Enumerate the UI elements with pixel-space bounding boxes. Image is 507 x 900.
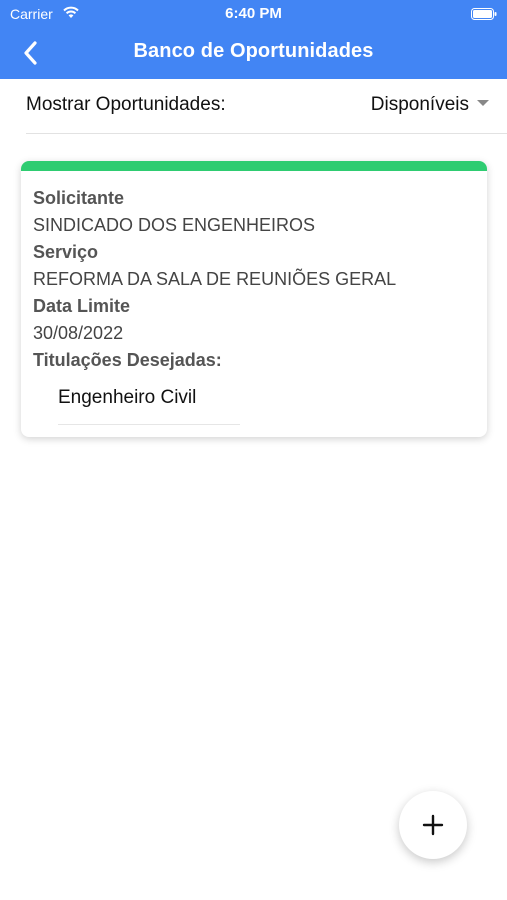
opportunity-card[interactable]: Solicitante SINDICADO DOS ENGENHEIROS Se… — [21, 161, 487, 437]
data-limite-label: Data Limite — [33, 296, 131, 316]
filter-label: Mostrar Oportunidades: — [26, 94, 226, 115]
servico-value: REFORMA DA SALA DE REUNIÕES GERAL — [33, 269, 397, 289]
status-bar: Carrier 6:40 PM — [0, 0, 507, 28]
servico-label: Serviço — [33, 242, 99, 262]
data-limite-value: 30/08/2022 — [33, 323, 124, 343]
card-status-accent — [21, 161, 487, 171]
solicitante-value: SINDICADO DOS ENGENHEIROS — [33, 215, 316, 235]
solicitante-label: Solicitante — [33, 188, 125, 208]
opportunity-status-select[interactable]: Disponíveis — [371, 94, 489, 116]
battery-icon — [471, 7, 497, 20]
titulacoes-label: Titulações Desejadas: — [33, 350, 222, 370]
add-opportunity-button[interactable] — [399, 791, 467, 859]
page-title: Banco de Oportunidades — [133, 40, 374, 62]
app-header: Carrier 6:40 PM Banco de Oportunidades — [0, 0, 507, 79]
dropdown-caret-icon — [477, 99, 489, 106]
filter-selected-value: Disponíveis — [370, 94, 469, 115]
filter-row: Mostrar Oportunidades: Disponíveis — [26, 80, 507, 134]
nav-bar: Banco de Oportunidades — [0, 28, 507, 79]
status-time: 6:40 PM — [225, 5, 282, 22]
titulacao-item: Engenheiro Civil — [58, 387, 197, 408]
plus-icon — [422, 814, 444, 836]
titulacao-divider — [58, 424, 240, 425]
